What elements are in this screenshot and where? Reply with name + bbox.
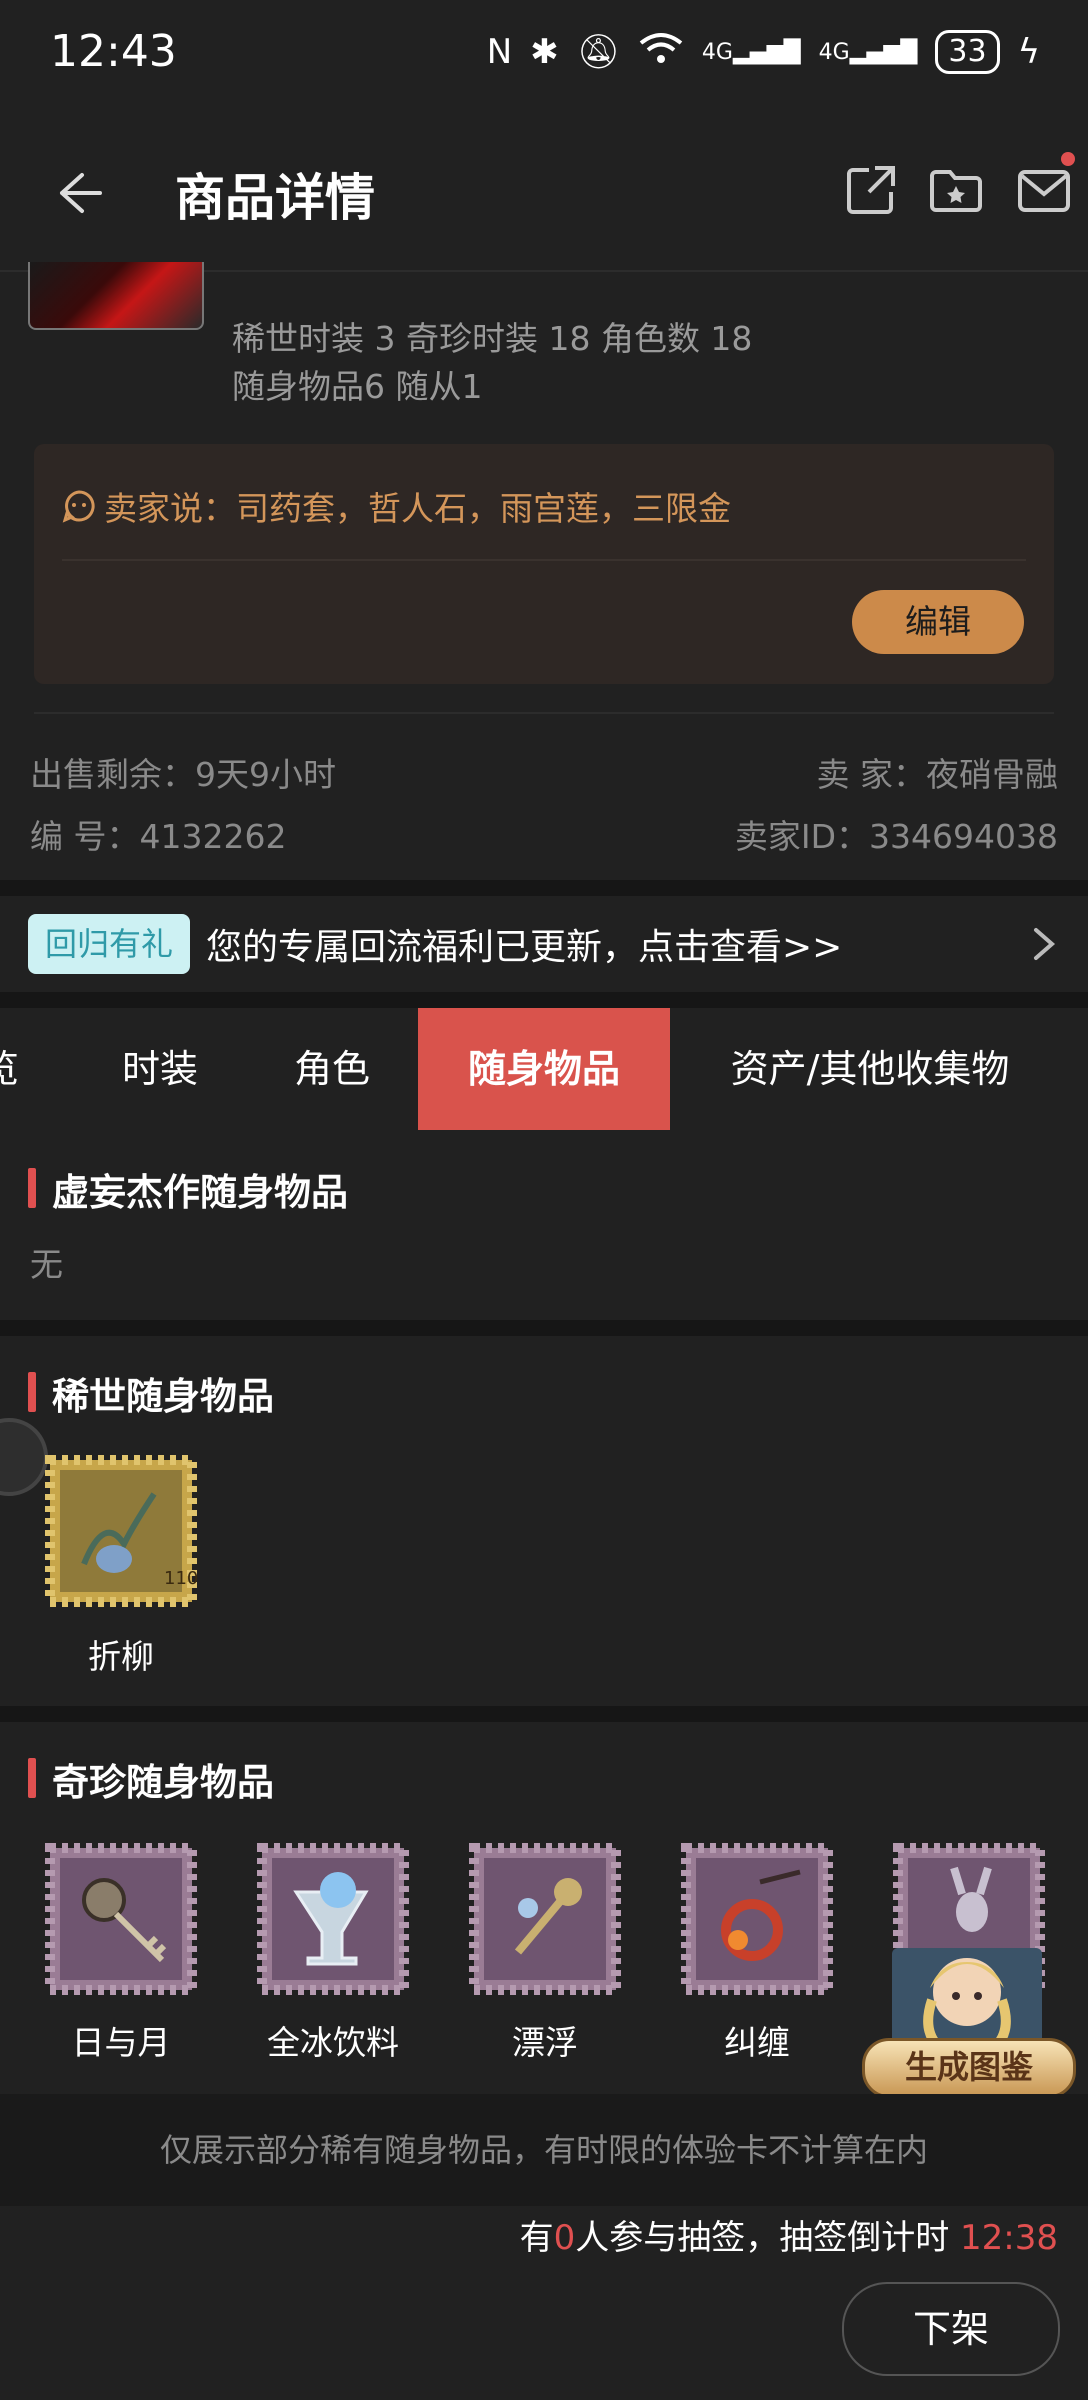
delist-button[interactable]: 下架 bbox=[842, 2282, 1060, 2376]
precious-item[interactable] bbox=[256, 1842, 410, 2000]
item-number: 编 号：4132262 bbox=[30, 817, 287, 856]
banner-text: 您的专属回流福利已更新，点击查看>> bbox=[206, 927, 843, 968]
section-marker bbox=[28, 1168, 36, 1208]
generate-illustration-button[interactable]: 生成图鉴 bbox=[862, 1940, 1076, 2100]
lottery-countdown: 12:38 bbox=[960, 2218, 1058, 2258]
item-thumbnail bbox=[28, 262, 204, 330]
lottery-count: 0 bbox=[553, 2218, 576, 2258]
folder-star-icon bbox=[930, 170, 982, 212]
status-icons: N ✱ 🔕︎ 4G▂▄▆█ 4G▂▄▆█ 33 ϟ bbox=[487, 30, 1040, 74]
divider bbox=[34, 712, 1054, 714]
empty-text: 无 bbox=[30, 1245, 63, 1284]
battery-icon: 33 bbox=[935, 30, 1000, 74]
back-button[interactable] bbox=[52, 167, 104, 219]
nfc-icon: N bbox=[486, 32, 513, 72]
seller-note-card: 卖家说：司药套，哲人石，雨宫莲，三限金 编辑 bbox=[34, 444, 1054, 684]
message-button[interactable] bbox=[1016, 162, 1072, 218]
favorite-folder-button[interactable] bbox=[928, 162, 984, 218]
tab-overview[interactable]: 览 bbox=[0, 1008, 30, 1130]
svg-text:110: 110 bbox=[164, 1568, 198, 1589]
tab-accessories[interactable]: 随身物品 bbox=[418, 1008, 670, 1130]
sun-moon-key-icon bbox=[45, 1843, 197, 1995]
rare-item-stamp-icon: 110 bbox=[45, 1455, 198, 1607]
section-title-rare: 稀世随身物品 bbox=[52, 1375, 274, 1418]
section-marker bbox=[28, 1372, 36, 1412]
rare-item-name: 折柳 bbox=[88, 1637, 154, 1676]
precious-item-name: 全冰饮料 bbox=[267, 2023, 399, 2062]
summary-line-1: 稀世时装 3 奇珍时装 18 角色数 18 bbox=[232, 319, 753, 358]
divider bbox=[62, 559, 1026, 561]
signal-icon-2: 4G▂▄▆█ bbox=[818, 39, 918, 65]
mail-icon bbox=[1018, 170, 1070, 212]
generate-illustration-label: 生成图鉴 bbox=[862, 2038, 1076, 2098]
section-gap bbox=[0, 1706, 1088, 1722]
status-time: 12:43 bbox=[50, 26, 177, 77]
precious-item-name: 日与月 bbox=[71, 2023, 171, 2062]
seller-id: 卖家ID：334694038 bbox=[734, 817, 1058, 856]
precious-item[interactable] bbox=[680, 1842, 834, 2000]
ice-drink-icon bbox=[257, 1843, 409, 1995]
share-button[interactable] bbox=[843, 162, 899, 218]
entangle-rope-icon bbox=[681, 1843, 833, 1995]
section-gap bbox=[0, 880, 1088, 896]
tab-assets[interactable]: 资产/其他收集物 bbox=[690, 1008, 1050, 1130]
category-tabs: 览 时装 角色 随身物品 资产/其他收集物 bbox=[0, 1008, 1088, 1130]
wifi-icon bbox=[638, 31, 684, 74]
seller-note: 卖家说：司药套，哲人石，雨宫莲，三限金 bbox=[62, 482, 731, 530]
rare-item[interactable]: 110 bbox=[44, 1454, 198, 1612]
tab-characters[interactable]: 角色 bbox=[262, 1008, 402, 1130]
notice-bar: 仅展示部分稀有随身物品，有时限的体验卡不计算在内 bbox=[0, 2094, 1088, 2206]
floating-side-button[interactable] bbox=[0, 1418, 48, 1496]
section-gap bbox=[0, 992, 1088, 1008]
return-gift-badge: 回归有礼 bbox=[28, 914, 190, 974]
return-benefit-banner[interactable]: 回归有礼 您的专属回流福利已更新，点击查看>> bbox=[0, 896, 1088, 992]
header: 商品详情 bbox=[0, 112, 1088, 272]
chat-face-icon bbox=[62, 490, 95, 523]
back-arrow-icon bbox=[60, 173, 102, 213]
bluetooth-icon: ✱ bbox=[530, 32, 559, 72]
share-icon bbox=[847, 166, 895, 214]
precious-item-name: 纠缠 bbox=[724, 2023, 790, 2062]
precious-item-name: 漂浮 bbox=[512, 2023, 578, 2062]
notification-dot bbox=[1061, 152, 1075, 166]
precious-item[interactable] bbox=[44, 1842, 198, 2000]
mute-icon: 🔕︎ bbox=[576, 32, 620, 72]
charging-icon: ϟ bbox=[1017, 32, 1040, 72]
character-portrait-icon bbox=[892, 1948, 1042, 2050]
seller-name: 卖 家：夜硝骨融 bbox=[816, 755, 1059, 794]
edit-button[interactable]: 编辑 bbox=[852, 590, 1024, 654]
section-gap bbox=[0, 1320, 1088, 1336]
section-title-masterpiece: 虚妄杰作随身物品 bbox=[52, 1171, 348, 1214]
lottery-status: 有0人参与抽签，抽签倒计时 12:38 bbox=[520, 2210, 1058, 2259]
seller-note-text: 卖家说：司药套，哲人石，雨宫莲，三限金 bbox=[104, 489, 731, 528]
precious-item[interactable] bbox=[468, 1842, 622, 2000]
lottery-prefix: 有 bbox=[519, 2218, 554, 2258]
sale-remaining: 出售剩余：9天9小时 bbox=[30, 755, 336, 794]
notice-text: 仅展示部分稀有随身物品，有时限的体验卡不计算在内 bbox=[159, 2131, 928, 2169]
tab-costumes[interactable]: 时装 bbox=[90, 1008, 230, 1130]
signal-icon-1: 4G▂▄▆█ bbox=[701, 39, 801, 65]
lottery-middle: 人参与抽签，抽签倒计时 bbox=[575, 2218, 961, 2258]
status-bar: 12:43 N ✱ 🔕︎ 4G▂▄▆█ 4G▂▄▆█ 33 ϟ bbox=[0, 0, 1088, 112]
floating-item-icon bbox=[469, 1843, 621, 1995]
chevron-right-icon bbox=[1030, 916, 1060, 972]
section-title-precious: 奇珍随身物品 bbox=[52, 1761, 274, 1804]
page-title: 商品详情 bbox=[175, 169, 375, 227]
section-marker bbox=[28, 1758, 36, 1798]
summary-line-2: 随身物品6 随从1 bbox=[232, 367, 483, 406]
